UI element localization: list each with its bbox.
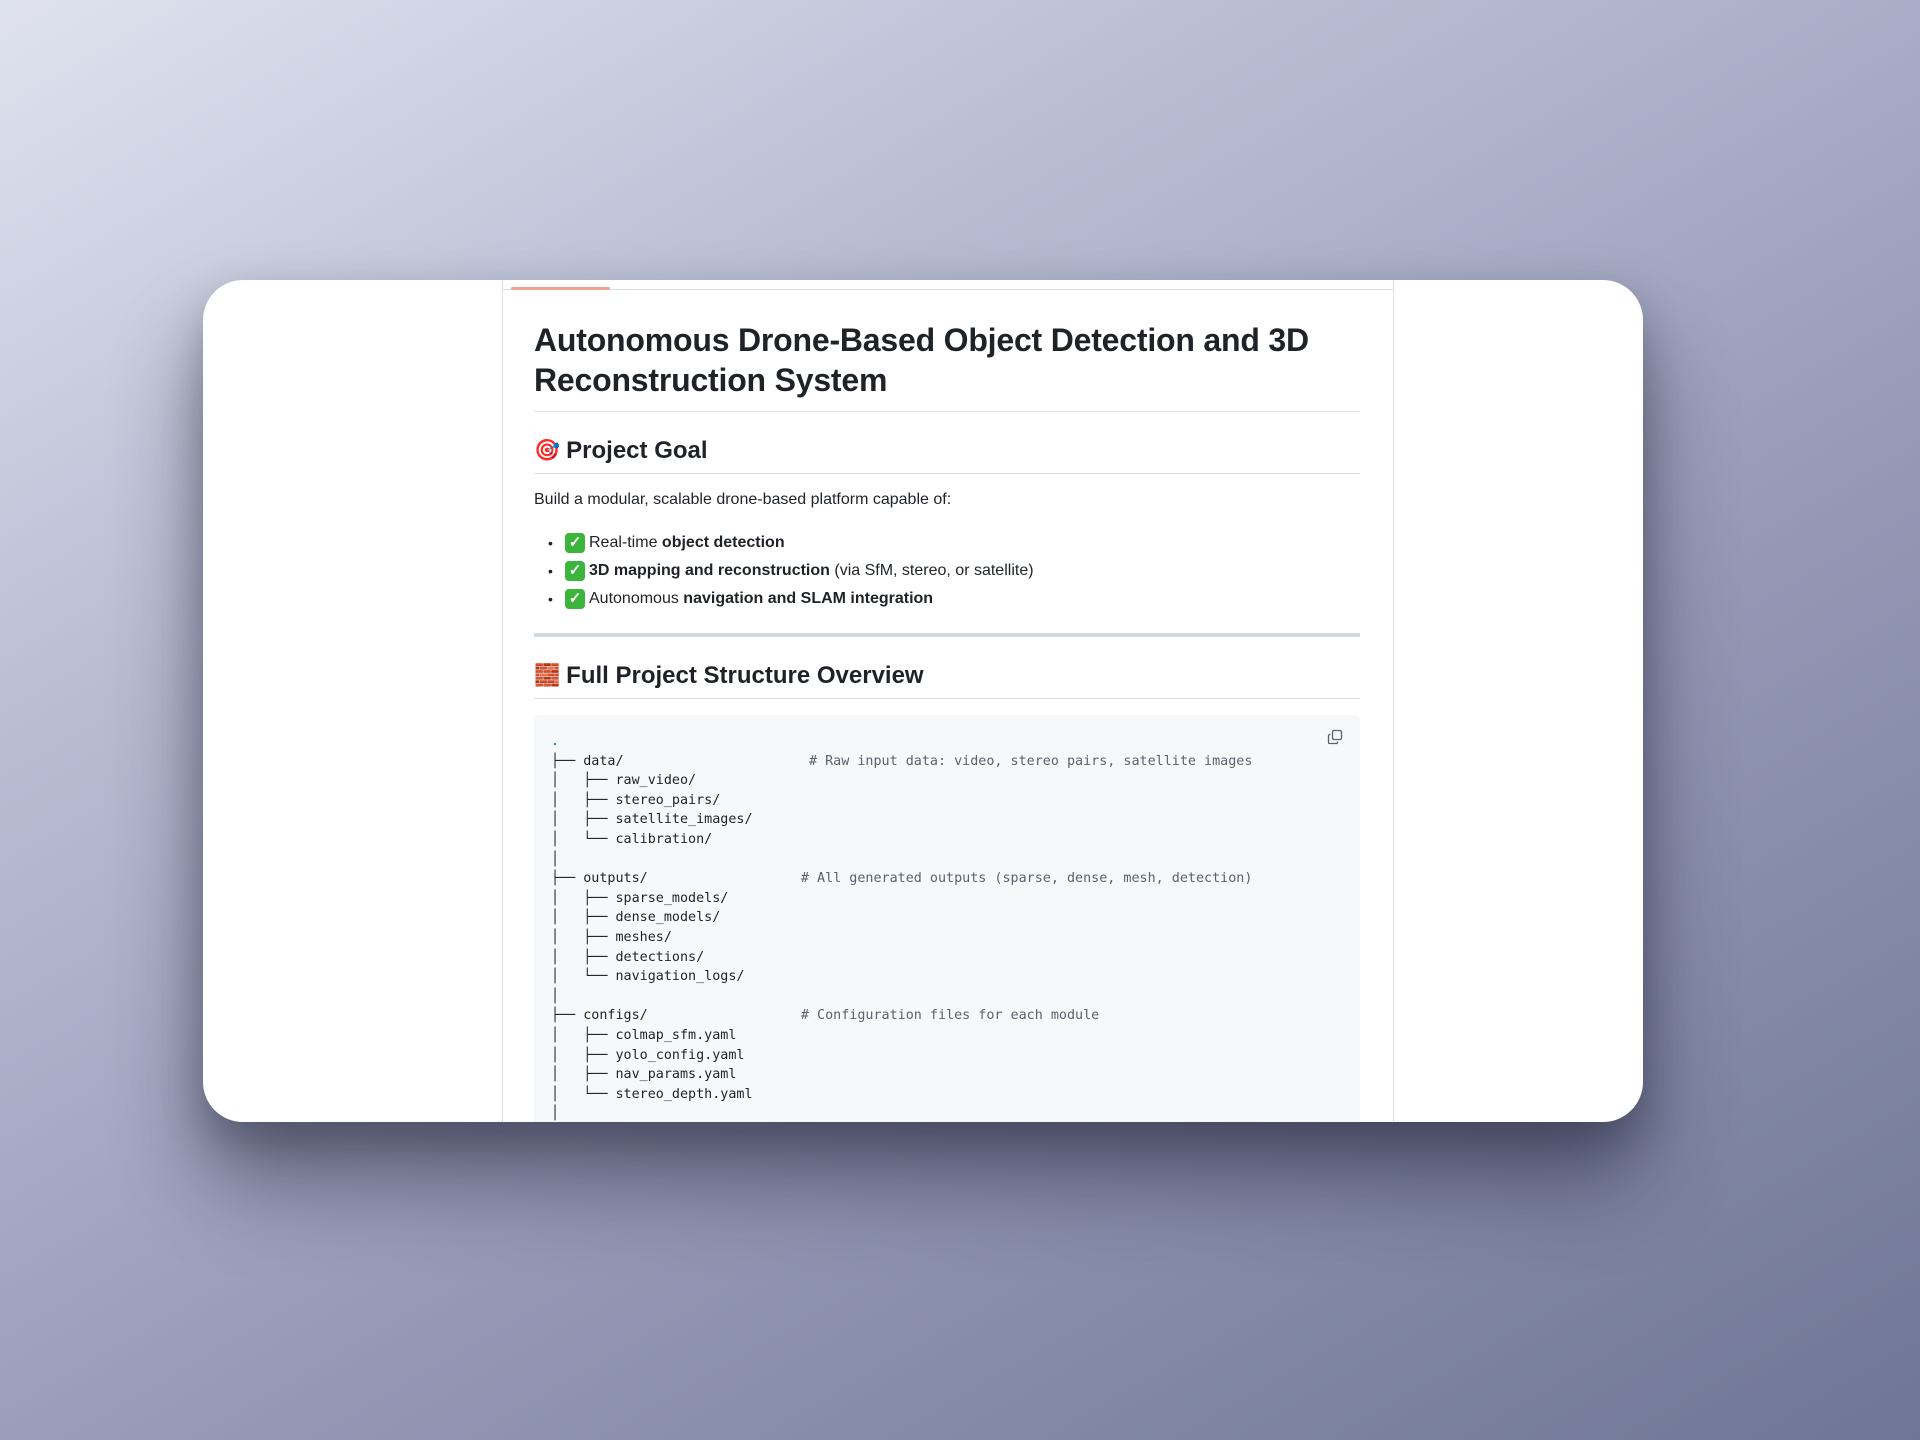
- code-line: │: [551, 1106, 560, 1122]
- code-line: │ └── navigation_logs/: [551, 969, 745, 985]
- directory-tree: . ├── data/ # Raw input data: video, ste…: [551, 732, 1252, 1122]
- code-line: │ ├── stereo_pairs/: [551, 792, 721, 808]
- goal-list: • ✓ Real-time object detection • ✓ 3D ma…: [534, 529, 1034, 613]
- code-line: │ ├── colmap_sfm.yaml: [551, 1027, 737, 1043]
- code-line: │: [551, 851, 560, 867]
- code-line: │ ├── nav_params.yaml: [551, 1067, 737, 1083]
- list-item: • ✓ Real-time object detection: [548, 533, 785, 553]
- code-line: │: [551, 988, 560, 1004]
- top-divider: [503, 289, 1393, 290]
- section-separator: [534, 633, 1360, 637]
- code-line: ├── data/ # Raw input data: video, stere…: [551, 753, 1253, 769]
- code-line: │ ├── meshes/: [551, 929, 672, 945]
- goal-heading: 🎯 Project Goal: [534, 436, 708, 466]
- code-line: │ ├── dense_models/: [551, 910, 721, 926]
- code-line: ├── outputs/ # All generated outputs (sp…: [551, 871, 1253, 887]
- list-item: • ✓ Autonomous navigation and SLAM integ…: [548, 589, 934, 609]
- code-comment: # All generated outputs (sparse, dense, …: [800, 871, 1253, 887]
- page-title: Autonomous Drone-Based Object Detection …: [534, 322, 1309, 398]
- structure-heading-text: Full Project Structure Overview: [566, 662, 924, 689]
- copy-icon: [1327, 729, 1343, 745]
- code-comment: # Configuration files for each module: [800, 1008, 1100, 1024]
- bricks-icon: 🧱: [534, 664, 561, 687]
- code-line: │ └── stereo_depth.yaml: [551, 1086, 753, 1102]
- code-line: │ ├── satellite_images/: [551, 812, 753, 828]
- check-icon: ✓: [565, 533, 585, 553]
- copy-button[interactable]: [1322, 724, 1348, 750]
- window-card: Autonomous Drone-Based Object Detection …: [203, 280, 1643, 1122]
- code-line: │ ├── detections/: [551, 949, 705, 965]
- check-icon: ✓: [565, 561, 585, 581]
- goal-intro: Build a modular, scalable drone-based pl…: [534, 491, 952, 508]
- title-divider: [534, 411, 1360, 412]
- goal-heading-text: Project Goal: [566, 437, 708, 464]
- code-block: . ├── data/ # Raw input data: video, ste…: [534, 715, 1360, 1122]
- code-comment: # Raw input data: video, stereo pairs, s…: [808, 753, 1253, 769]
- goal-heading-divider: [534, 473, 1360, 474]
- code-line: │ ├── raw_video/: [551, 773, 697, 789]
- code-line: ├── configs/ # Configuration files for e…: [551, 1008, 1100, 1024]
- structure-heading: 🧱 Full Project Structure Overview: [534, 661, 924, 691]
- document-panel: Autonomous Drone-Based Object Detection …: [502, 280, 1394, 1122]
- code-line: │ ├── sparse_models/: [551, 890, 729, 906]
- tree-root: .: [551, 734, 560, 749]
- active-tab-indicator: [511, 287, 610, 290]
- code-line: │ └── calibration/: [551, 831, 713, 847]
- structure-heading-divider: [534, 698, 1360, 699]
- code-line: │ ├── yolo_config.yaml: [551, 1047, 745, 1063]
- check-icon: ✓: [565, 589, 585, 609]
- tree-lines: ├── data/ # Raw input data: video, stere…: [551, 754, 1252, 1122]
- target-icon: 🎯: [534, 439, 561, 462]
- list-item: • ✓ 3D mapping and reconstruction (via S…: [548, 561, 1034, 581]
